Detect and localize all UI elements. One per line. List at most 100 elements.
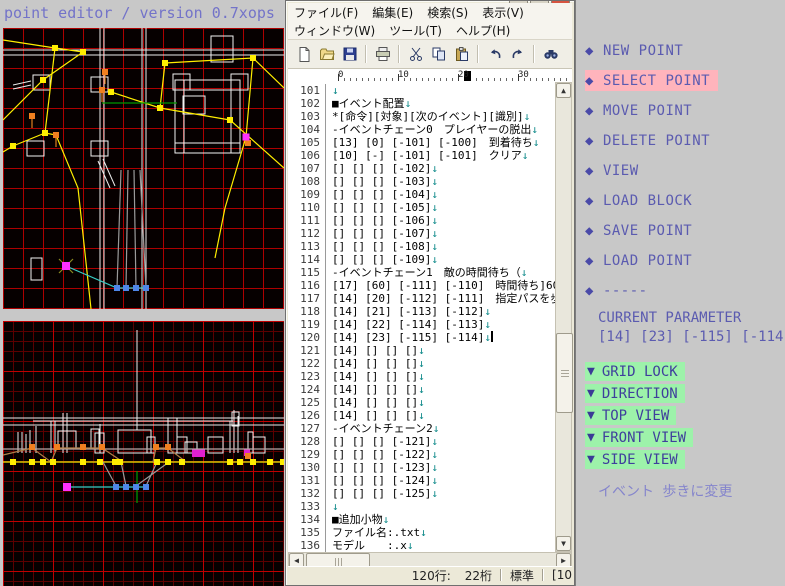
waypoint-marker[interactable] [157, 105, 163, 111]
find-button[interactable] [539, 43, 562, 65]
waypoint-marker[interactable] [80, 459, 86, 465]
waypoint-marker[interactable] [123, 484, 129, 490]
paste-button[interactable] [450, 43, 473, 65]
waypoint-marker[interactable] [179, 459, 185, 465]
waypoint-marker[interactable] [162, 60, 168, 66]
waypoint-marker[interactable] [250, 459, 256, 465]
waypoint-marker[interactable] [29, 113, 35, 119]
waypoint-marker[interactable] [227, 117, 233, 123]
waypoint-marker[interactable] [80, 444, 86, 450]
viewport-side-view[interactable] [3, 321, 284, 586]
waypoint-marker[interactable] [10, 459, 16, 465]
toggle-grid-lock[interactable]: ▼ GRID LOCK [585, 362, 685, 381]
waypoint-marker[interactable] [154, 459, 160, 465]
menu-item[interactable]: ヘルプ(H) [450, 20, 518, 41]
waypoint-marker[interactable] [99, 444, 105, 450]
waypoint-marker[interactable] [280, 459, 284, 465]
menu-item[interactable]: ウィンドウ(W) [288, 20, 383, 41]
sidebar-item-load-point[interactable]: ◆ LOAD POINT [585, 250, 692, 271]
waypoint-marker[interactable] [80, 49, 86, 55]
waypoint-marker[interactable] [113, 484, 119, 490]
scroll-down-arrow-icon[interactable]: ▼ [556, 536, 571, 551]
waypoint-marker[interactable] [50, 459, 56, 465]
sidebar-item-view[interactable]: ◆ VIEW [585, 160, 639, 181]
waypoint-marker[interactable] [40, 459, 46, 465]
text-edit-area[interactable]: 101 ↓ 102 ■イベント配置 ↓ 103 *[命令][対象][次のイベント][識別] ↓… [288, 82, 557, 552]
line-text: [] [] [] [-109] [332, 253, 432, 266]
waypoint-marker[interactable] [133, 285, 139, 291]
path-line [3, 47, 56, 153]
sidebar-item-new-point[interactable]: ◆ NEW POINT [585, 40, 683, 61]
line-text: [] [] [] [-108] [332, 240, 432, 253]
waypoint-marker[interactable] [102, 69, 108, 75]
waypoint-marker[interactable] [143, 285, 149, 291]
waypoint-marker[interactable] [153, 444, 159, 450]
find-icon [543, 50, 558, 59]
waypoint-marker[interactable] [250, 55, 256, 61]
vertical-scrollbar[interactable]: ▲ ▼ [555, 82, 573, 552]
viewport-top-view[interactable] [3, 28, 284, 309]
print-button[interactable] [371, 43, 394, 65]
line-number: 133 [288, 500, 326, 513]
waypoint-marker[interactable] [62, 262, 70, 270]
waypoint-marker[interactable] [133, 484, 139, 490]
sidebar-item-save-point[interactable]: ◆ SAVE POINT [585, 220, 692, 241]
wireframe-line [102, 158, 116, 187]
waypoint-marker[interactable] [29, 459, 35, 465]
menu-item[interactable]: ツール(T) [383, 20, 450, 41]
waypoint-marker[interactable] [10, 143, 16, 149]
sidebar-item-select-point[interactable]: ◆ SELECT POINT [585, 70, 719, 91]
waypoint-marker[interactable] [267, 459, 273, 465]
linebreak-arrow-icon: ↓ [531, 123, 538, 136]
waypoint-marker[interactable] [53, 132, 59, 138]
line-number: 134 [288, 513, 326, 526]
sidebar-item-move-point[interactable]: ◆ MOVE POINT [585, 100, 692, 121]
copy-button[interactable] [427, 43, 450, 65]
sidebar-item-delete-point[interactable]: ◆ DELETE POINT [585, 130, 710, 151]
waypoint-marker[interactable] [237, 459, 243, 465]
waypoint-marker[interactable] [114, 285, 120, 291]
linebreak-arrow-icon: ↓ [484, 331, 491, 344]
print-icon [375, 47, 390, 61]
waypoint-marker[interactable] [245, 453, 251, 459]
waypoint-marker[interactable] [52, 45, 58, 51]
toggle-side-view[interactable]: ▼ SIDE VIEW [585, 450, 685, 469]
line-text: [14] [21] [-113] [-112] [332, 305, 485, 318]
vertical-scroll-thumb[interactable] [556, 333, 573, 413]
waypoint-marker[interactable] [165, 459, 171, 465]
scroll-up-arrow-icon[interactable]: ▲ [556, 83, 571, 98]
path-line [229, 119, 284, 169]
linebreak-arrow-icon: ↓ [431, 448, 438, 461]
sidebar-item-load-block[interactable]: ◆ LOAD BLOCK [585, 190, 692, 211]
toggle-front-view[interactable]: ▼ FRONT VIEW [585, 428, 694, 447]
undo-button[interactable] [483, 43, 506, 65]
redo-button[interactable] [506, 43, 529, 65]
waypoint-marker[interactable] [242, 133, 250, 141]
waypoint-marker[interactable] [42, 130, 48, 136]
new-file-button[interactable] [292, 43, 315, 65]
waypoint-marker[interactable] [245, 140, 251, 146]
sidebar-item-[interactable]: ◆ ----- [585, 280, 648, 301]
cut-button[interactable] [404, 43, 427, 65]
waypoint-marker[interactable] [54, 444, 60, 450]
waypoint-marker[interactable] [117, 459, 123, 465]
open-file-button[interactable] [315, 43, 338, 65]
waypoint-marker[interactable] [63, 483, 71, 491]
triangle-bullet-icon: ▼ [587, 408, 595, 423]
waypoint-marker[interactable] [227, 459, 233, 465]
waypoint-marker[interactable] [97, 459, 103, 465]
waypoint-marker[interactable] [165, 444, 171, 450]
waypoint-marker[interactable] [99, 87, 105, 93]
waypoint-marker[interactable] [123, 285, 129, 291]
waypoint-marker[interactable] [108, 89, 114, 95]
toggle-label: GRID LOCK [601, 363, 678, 380]
toggle-top-view[interactable]: ▼ TOP VIEW [585, 406, 677, 425]
waypoint-marker[interactable] [40, 77, 46, 83]
toggle-label: TOP VIEW [601, 407, 670, 424]
editor-line: 114 [] [] [] [-109]↓ [288, 253, 557, 266]
toggle-direction[interactable]: ▼ DIRECTION [585, 384, 685, 403]
waypoint-marker[interactable] [143, 484, 149, 490]
save-file-button[interactable] [338, 43, 361, 65]
waypoint-marker[interactable] [29, 444, 35, 450]
wireframe-rect [207, 436, 224, 454]
